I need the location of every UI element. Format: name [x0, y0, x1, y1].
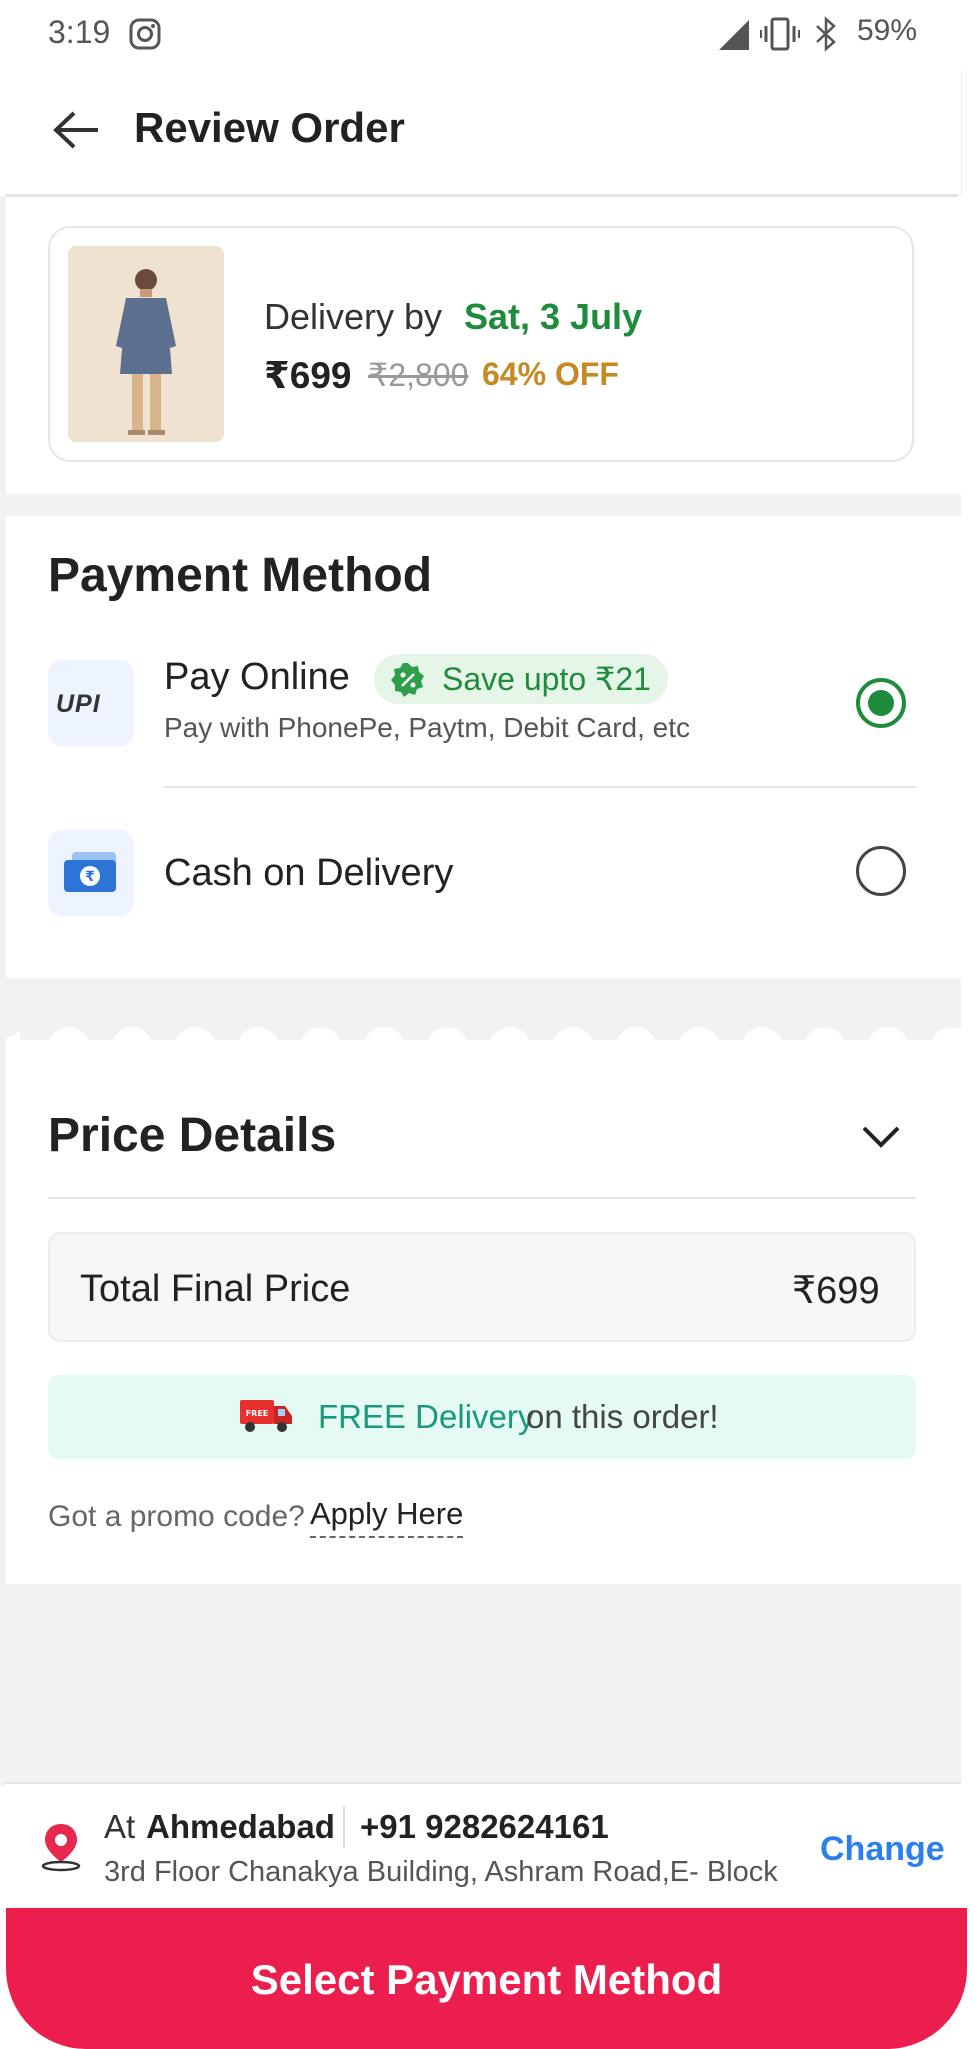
- svg-text:FREE: FREE: [246, 1409, 269, 1418]
- header-divider: [6, 194, 958, 197]
- apply-promo-link[interactable]: Apply Here: [310, 1496, 464, 1538]
- bluetooth-icon: [816, 16, 836, 52]
- battery-percent: 59%: [857, 14, 918, 47]
- chevron-down-icon[interactable]: [858, 1118, 904, 1154]
- discount-badge-icon: [391, 663, 424, 697]
- address-prefix: At: [104, 1808, 136, 1845]
- total-price-label: Total Final Price: [80, 1268, 351, 1310]
- delivery-truck-icon: FREE: [240, 1400, 292, 1432]
- upi-logo: UPI: [56, 690, 101, 718]
- status-time: 3:19: [48, 14, 111, 50]
- select-payment-method-label[interactable]: Select Payment Method: [6, 1956, 967, 2004]
- payment-divider: [164, 786, 916, 788]
- svg-text:₹: ₹: [85, 869, 95, 885]
- address-line: 3rd Floor Chanakya Building, Ashram Road…: [104, 1856, 778, 1888]
- section-separator: [6, 494, 961, 516]
- free-delivery-text: on this order!: [526, 1398, 719, 1435]
- price-details-title: Price Details: [48, 1109, 337, 1162]
- arrow-left-icon[interactable]: [52, 110, 100, 150]
- cash-icon: ₹: [64, 852, 116, 892]
- address-city: Ahmedabad: [146, 1808, 335, 1845]
- product-discount: 64% OFF: [482, 356, 619, 392]
- product-price: ₹699: [264, 355, 352, 396]
- scallop-edge: [6, 1018, 961, 1048]
- cod-radio[interactable]: [856, 846, 906, 896]
- location-pin-icon: [41, 1824, 81, 1872]
- pay-online-label[interactable]: Pay Online: [164, 656, 350, 699]
- product-image[interactable]: [68, 246, 224, 442]
- cod-label[interactable]: Cash on Delivery: [164, 852, 453, 895]
- payment-method-title: Payment Method: [48, 549, 433, 602]
- promo-question: Got a promo code?: [48, 1500, 305, 1533]
- total-price-value: ₹699: [792, 1270, 880, 1312]
- pay-online-subtitle: Pay with PhonePe, Paytm, Debit Card, etc: [164, 712, 691, 743]
- vibrate-icon: [760, 17, 800, 51]
- address-divider: [6, 1782, 961, 1784]
- page-title: Review Order: [134, 104, 405, 151]
- save-badge-text: Save upto ₹21: [442, 661, 651, 697]
- change-address-button[interactable]: Change: [820, 1830, 945, 1869]
- free-delivery-highlight: FREE Delivery: [318, 1398, 535, 1435]
- address-separator: [343, 1806, 345, 1848]
- product-mrp: ₹2,800: [368, 357, 469, 393]
- price-details-divider: [48, 1197, 916, 1199]
- pay-online-radio[interactable]: [856, 678, 906, 728]
- delivery-date: Sat, 3 July: [464, 296, 643, 337]
- address-phone: +91 9282624161: [360, 1808, 609, 1845]
- instagram-icon: [129, 18, 161, 50]
- signal-icon: [719, 20, 749, 50]
- bottom-spacer: [6, 1584, 961, 1784]
- delivery-label: Delivery by: [264, 296, 443, 337]
